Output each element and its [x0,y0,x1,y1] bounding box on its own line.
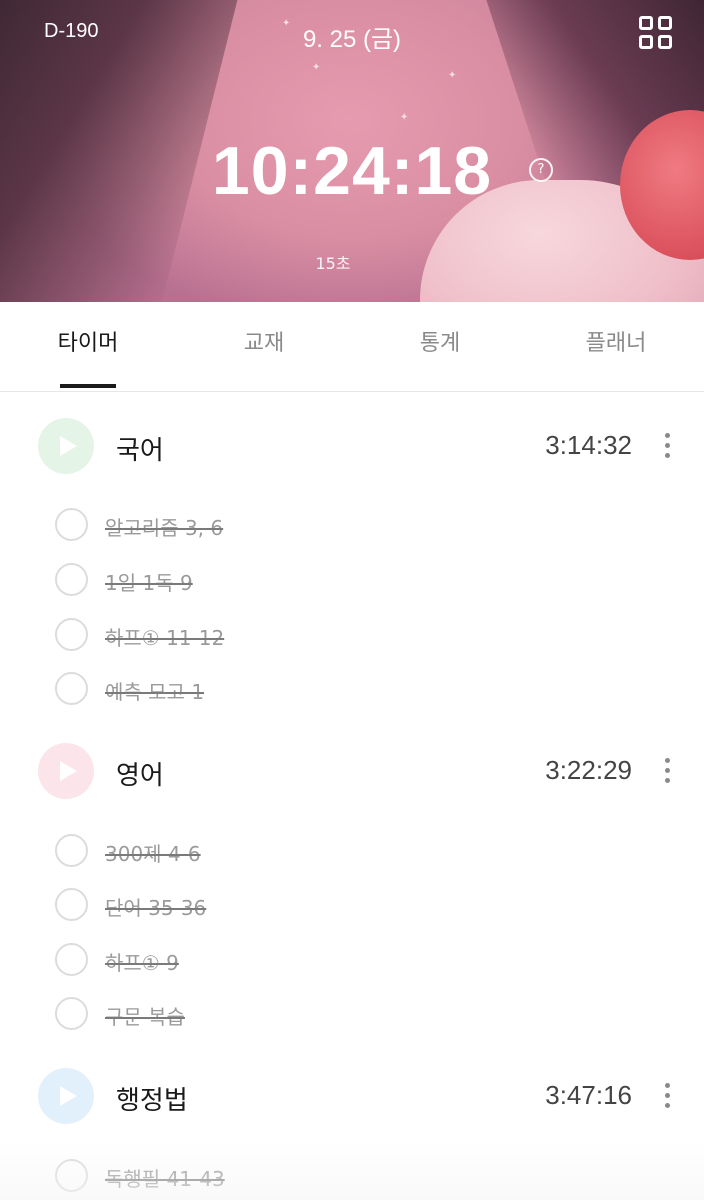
subject-time: 3:14:32 [545,430,632,460]
task-label: 단어 35-36 [105,896,207,920]
tab-timer[interactable]: 타이머 [36,302,140,392]
task-label: 예측 모고 1 [105,680,205,704]
grid-icon[interactable] [637,14,675,52]
task-item: 독행필 41-43 [0,1153,704,1197]
subject-name: 행정법 [116,1086,188,1116]
subject-name: 영어 [116,761,164,791]
play-icon[interactable] [38,1068,94,1124]
task-item: 300제 4-6 [0,828,704,872]
task-label: 알고리즘 3, 6 [105,516,224,540]
play-icon[interactable] [38,743,94,799]
subject-time: 3:47:16 [545,1080,632,1110]
subject-row: 국어 3:14:32 [0,410,704,480]
task-item: 알고리즘 3, 6 [0,502,704,546]
task-checkbox[interactable] [55,888,88,921]
tab-statistics[interactable]: 통계 [388,302,492,392]
task-label: 1일 1독 9 [105,571,193,595]
task-item: 하프① 11-12 [0,612,704,656]
play-icon[interactable] [38,418,94,474]
task-checkbox[interactable] [55,563,88,596]
task-checkbox[interactable] [55,834,88,867]
sparkle-icon: ✦ [448,70,457,81]
subject-name: 국어 [116,436,164,466]
current-date: 9. 25 (금) [302,26,402,53]
subject-row: 영어 3:22:29 [0,735,704,805]
task-checkbox[interactable] [55,508,88,541]
task-checkbox[interactable] [55,1159,88,1192]
elapsed-seconds: 15초 [315,254,351,273]
more-vertical-icon[interactable] [660,757,676,785]
sparkle-icon: ✦ [312,62,321,73]
task-label: 하프① 9 [105,951,179,975]
task-checkbox[interactable] [55,618,88,651]
tab-planner[interactable]: 플래너 [564,302,668,392]
task-item: 단어 35-36 [0,882,704,926]
task-label: 독행필 41-43 [105,1167,225,1191]
tab-textbook[interactable]: 교재 [212,302,316,392]
task-checkbox[interactable] [55,943,88,976]
task-label: 300제 4-6 [105,842,201,866]
task-label: 구문 복습 [105,1005,185,1029]
subject-row: 행정법 3:47:16 [0,1060,704,1130]
task-item: 1일 1독 9 [0,557,704,601]
total-study-time: 10:24:18 [211,133,493,209]
task-checkbox[interactable] [55,672,88,705]
sparkle-icon: ✦ [400,112,409,123]
task-checkbox[interactable] [55,997,88,1030]
task-label: 하프① 11-12 [105,626,225,650]
subject-time: 3:22:29 [545,755,632,785]
tab-bar: 타이머 교재 통계 플래너 [0,302,704,392]
more-vertical-icon[interactable] [660,432,676,460]
header-banner: ✦ ✦ ✦ ✦ D-190 9. 25 (금) 10:24:18 ? 15초 [0,0,704,302]
task-item: 하프① 9 [0,937,704,981]
question-circle-icon[interactable]: ? [529,158,553,182]
task-item: 구문 복습 [0,991,704,1035]
more-vertical-icon[interactable] [660,1082,676,1110]
task-item: 예측 모고 1 [0,666,704,710]
active-tab-indicator [60,384,116,388]
